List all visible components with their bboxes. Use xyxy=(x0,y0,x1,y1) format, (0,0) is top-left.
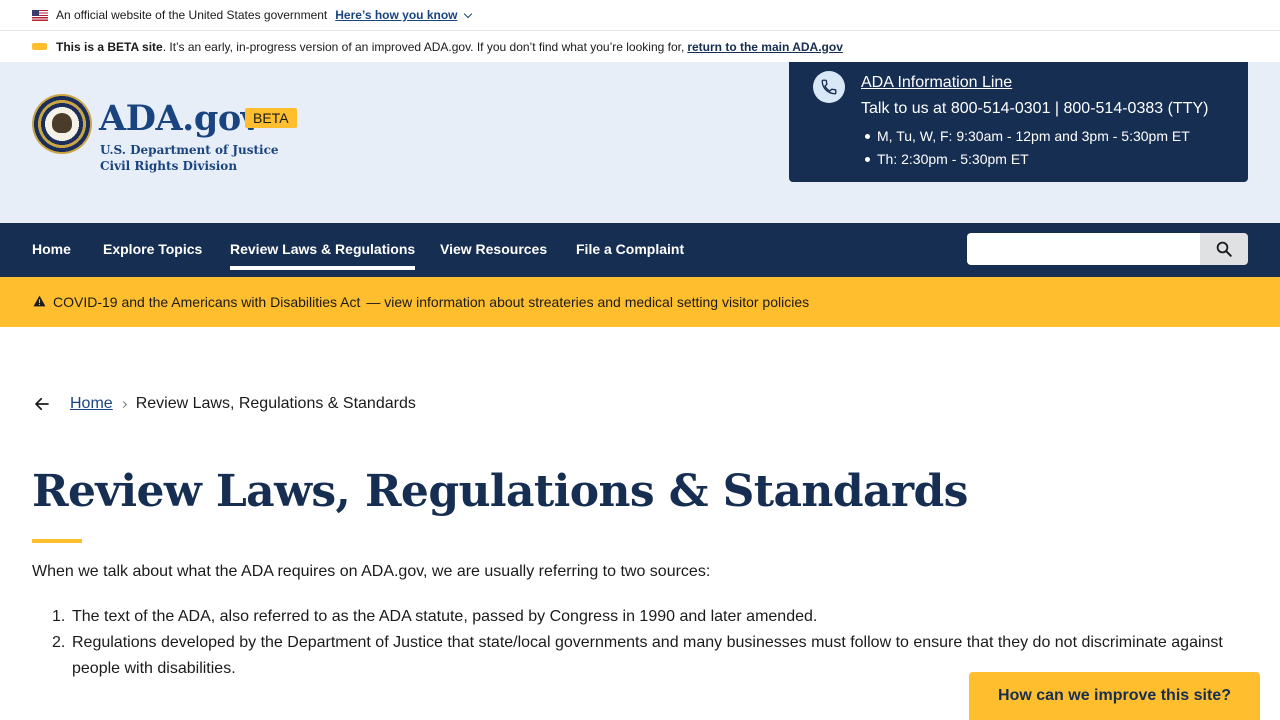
arrow-left-icon[interactable] xyxy=(32,394,52,414)
gov-banner-text: An official website of the United States… xyxy=(56,8,328,22)
chevron-down-icon xyxy=(463,9,472,18)
feedback-button[interactable]: How can we improve this site? xyxy=(969,672,1260,720)
site-title[interactable]: ADA.gov xyxy=(99,98,261,139)
division-name: Civil Rights Division xyxy=(100,159,238,173)
list-item-text: The text of the ADA, also referred to as… xyxy=(72,608,818,625)
alert-link[interactable]: — view information about streateries and… xyxy=(366,294,809,310)
nav-item-view-resources[interactable]: View Resources xyxy=(440,241,547,257)
beta-tag: BETA xyxy=(245,108,297,128)
breadcrumb-current: Review Laws, Regulations & Standards xyxy=(135,395,416,412)
list-item-text: Regulations developed by the Department … xyxy=(72,634,1223,677)
list-number: 1. xyxy=(52,608,66,625)
heres-how-you-know-label: Here’s how you know xyxy=(335,8,458,22)
department-name: U.S. Department of Justice xyxy=(100,143,279,157)
title-underline xyxy=(32,539,82,543)
warning-icon xyxy=(33,295,46,306)
alert-title: COVID-19 and the Americans with Disabili… xyxy=(53,294,361,310)
hours-item: Th: 2:30pm - 5:30pm ET xyxy=(865,148,1190,171)
info-line-phone-numbers: Talk to us at 800-514-0301 | 800-514-038… xyxy=(861,100,1209,117)
beta-banner-text: . It’s an early, in-progress version of … xyxy=(162,39,685,54)
breadcrumb: Home Review Laws, Regulations & Standard… xyxy=(32,394,416,414)
us-flag-icon xyxy=(32,9,48,21)
doj-seal-logo[interactable] xyxy=(32,94,92,154)
nav-item-file-complaint[interactable]: File a Complaint xyxy=(576,241,684,257)
list-number: 2. xyxy=(52,634,66,651)
beta-indicator-icon xyxy=(32,43,47,50)
phone-icon xyxy=(813,71,845,103)
chevron-right-icon xyxy=(119,400,127,408)
hours-item: M, Tu, W, F: 9:30am - 12pm and 3pm - 5:3… xyxy=(865,125,1190,148)
heres-how-you-know-button[interactable]: Here’s how you know xyxy=(335,8,472,22)
beta-banner: This is a BETA site . It’s an early, in-… xyxy=(0,31,1280,62)
site-search xyxy=(967,233,1248,265)
beta-banner-bold: This is a BETA site xyxy=(56,39,163,54)
nav-item-home[interactable]: Home xyxy=(32,241,71,257)
search-icon xyxy=(1216,241,1232,257)
covid-alert-banner: COVID-19 and the Americans with Disabili… xyxy=(0,277,1280,327)
info-line-title-link[interactable]: ADA Information Line xyxy=(861,74,1012,92)
sources-list: 1. The text of the ADA, also referred to… xyxy=(52,604,1242,682)
nav-item-explore-topics[interactable]: Explore Topics xyxy=(103,241,202,257)
nav-item-review-laws[interactable]: Review Laws & Regulations xyxy=(230,241,416,270)
ada-information-line-box: ADA Information Line Talk to us at 800-5… xyxy=(789,62,1248,182)
primary-nav: Home Explore Topics Review Laws & Regula… xyxy=(0,223,1280,277)
intro-text: When we talk about what the ADA requires… xyxy=(32,563,711,580)
search-button[interactable] xyxy=(1200,233,1248,265)
search-input[interactable] xyxy=(967,233,1200,265)
eagle-icon xyxy=(52,113,72,133)
list-item: 1. The text of the ADA, also referred to… xyxy=(52,604,1242,630)
info-line-hours: M, Tu, W, F: 9:30am - 12pm and 3pm - 5:3… xyxy=(865,125,1190,171)
site-header: ADA.gov BETA U.S. Department of Justice … xyxy=(0,62,1280,223)
official-gov-banner: An official website of the United States… xyxy=(0,0,1280,31)
return-to-main-link[interactable]: return to the main ADA.gov xyxy=(687,40,843,54)
page-title: Review Laws, Regulations & Standards xyxy=(32,466,968,517)
breadcrumb-home-link[interactable]: Home xyxy=(70,395,113,413)
